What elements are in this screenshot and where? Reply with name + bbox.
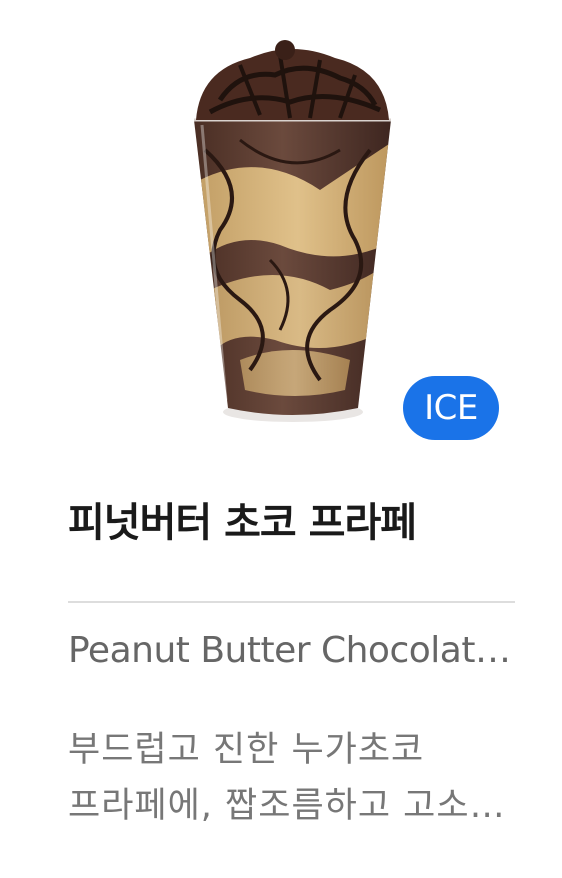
- ice-badge: ICE: [403, 376, 499, 440]
- product-name: 피넛버터 초코 프라페: [68, 500, 417, 546]
- divider: [68, 601, 515, 603]
- frappe-cup-image: [194, 40, 391, 422]
- menu-item-card[interactable]: ICE 피넛버터 초코 프라페 Peanut Butter Chocolate …: [0, 0, 562, 878]
- product-description: 부드럽고 진한 누가초코 프라페에, 짭조름하고 고소한 피넛버터를 더한 프라…: [68, 730, 503, 826]
- product-english-name: Peanut Butter Chocolate Frappe: [68, 630, 515, 671]
